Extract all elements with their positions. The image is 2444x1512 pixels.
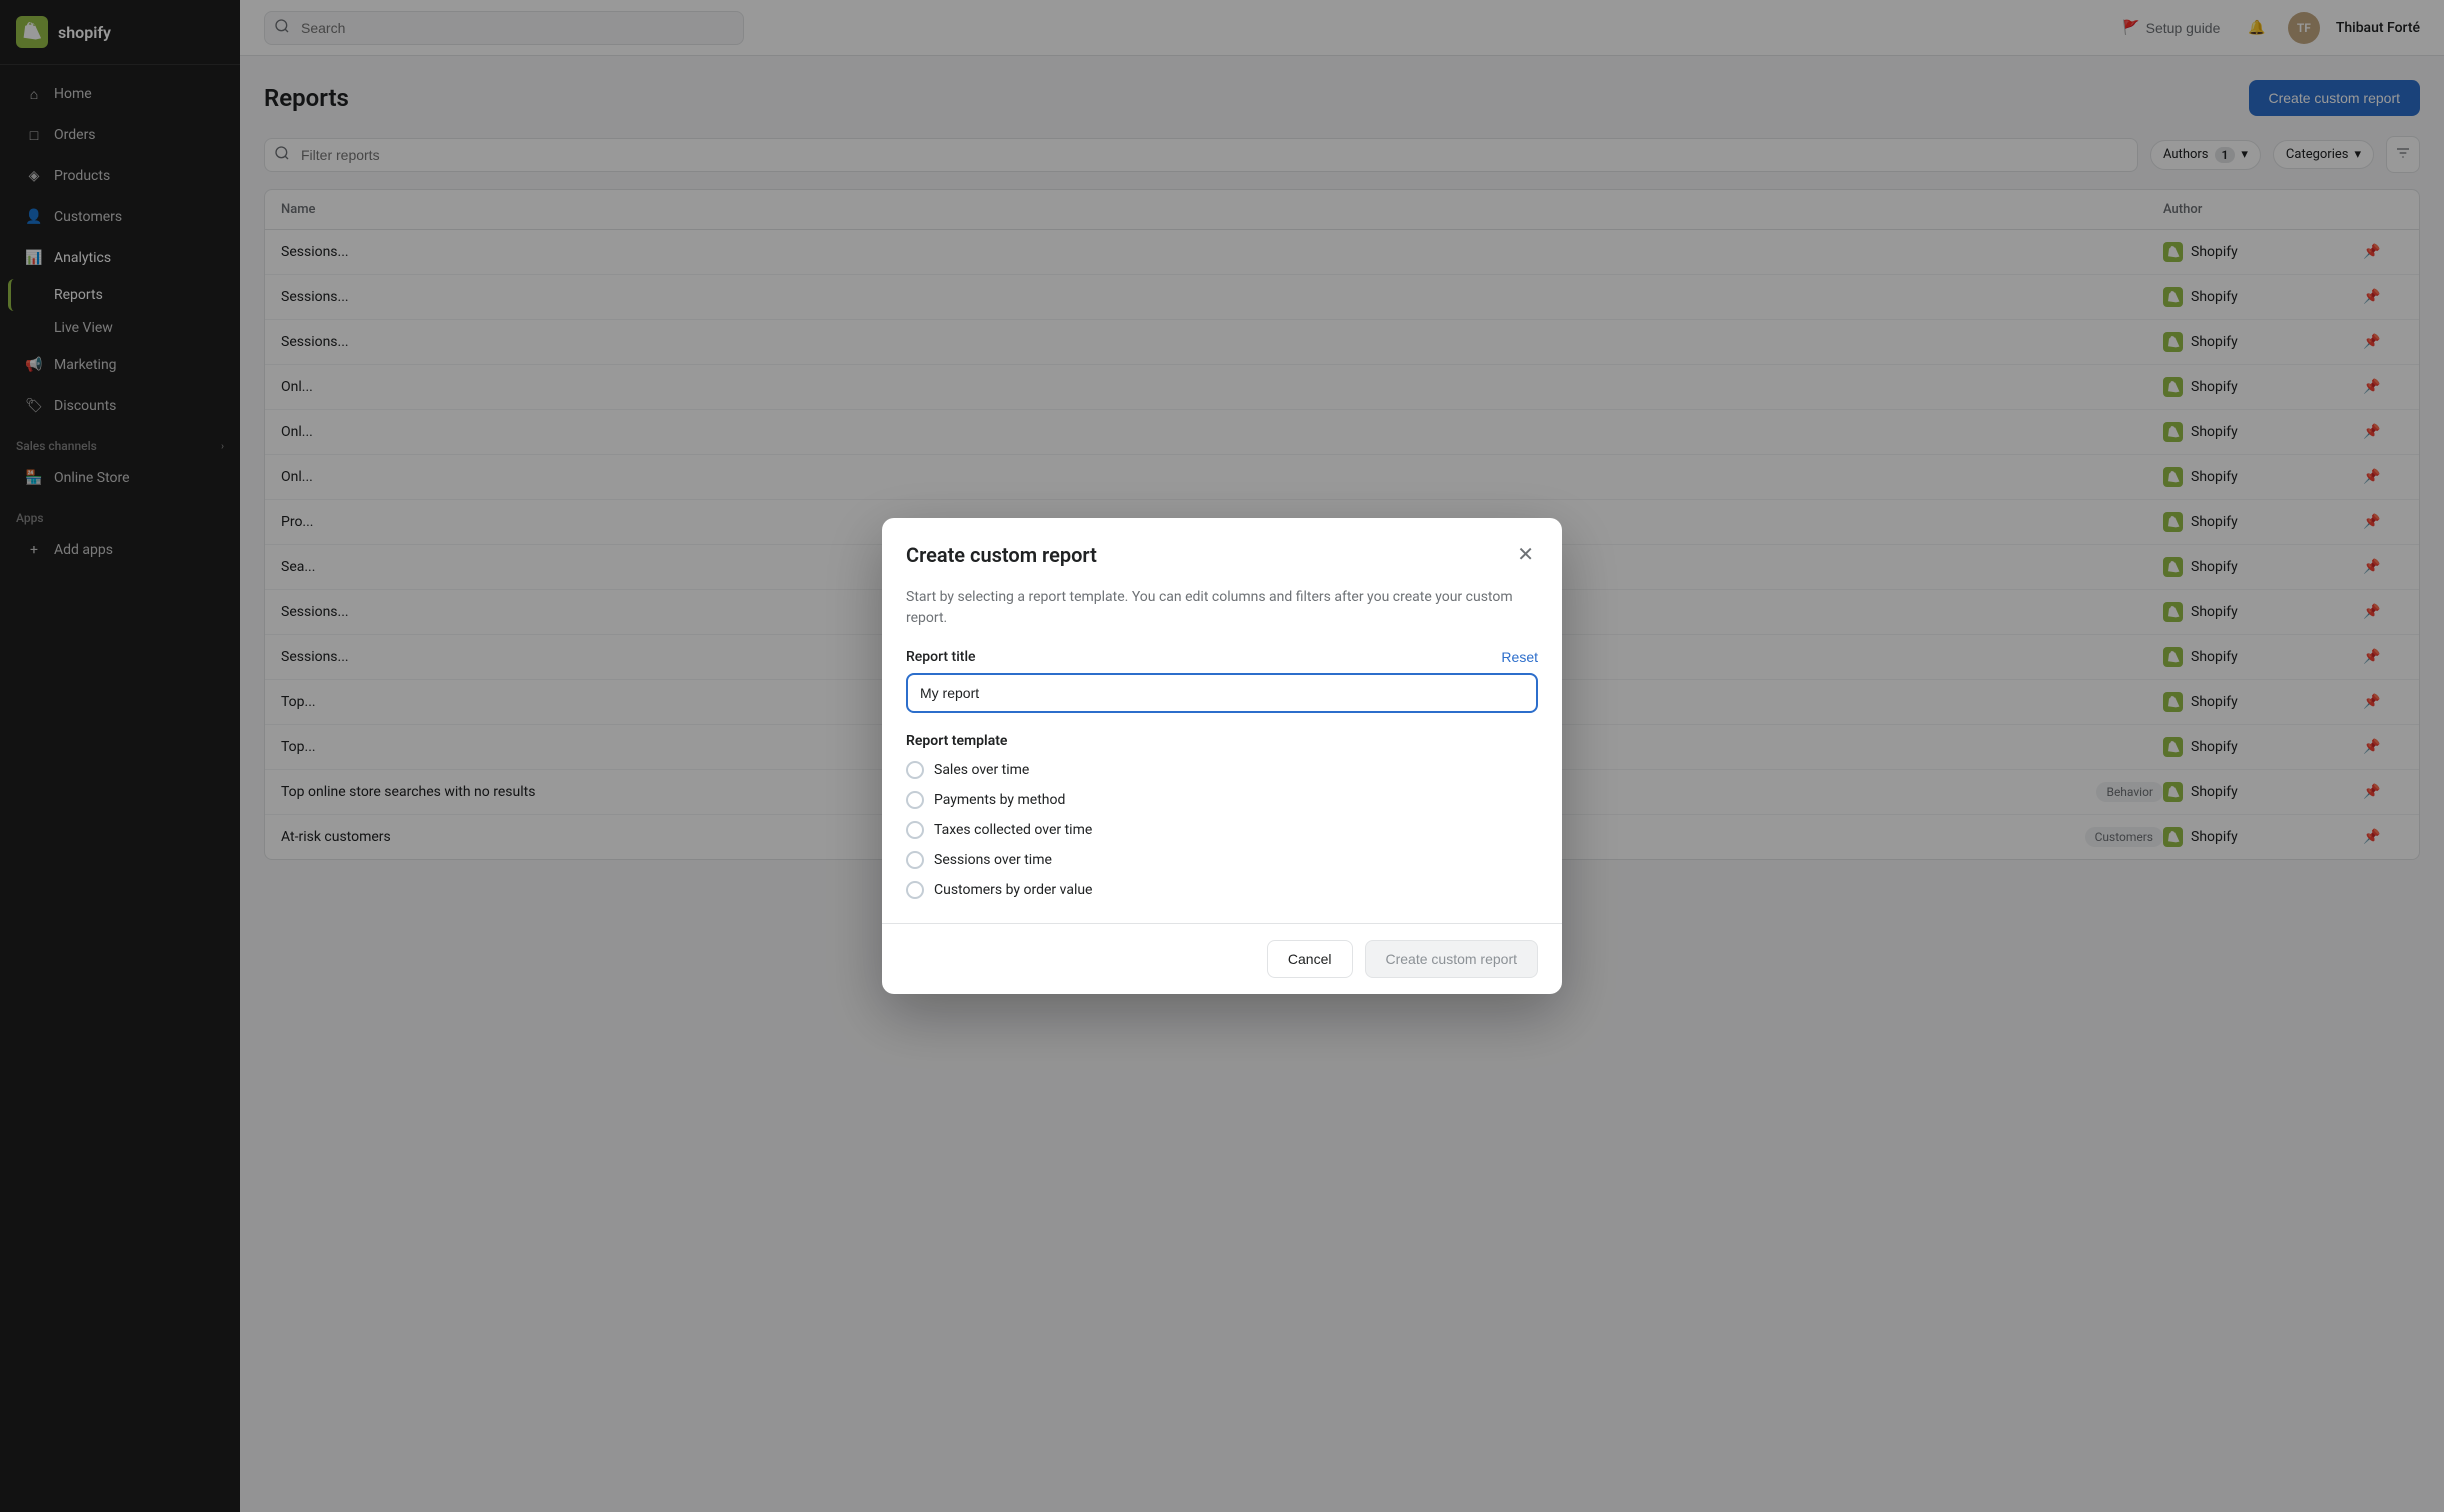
- create-custom-report-modal: Create custom report ✕ Start by selectin…: [882, 518, 1562, 994]
- modal-description: Start by selecting a report template. Yo…: [906, 587, 1538, 629]
- modal-overlay[interactable]: Create custom report ✕ Start by selectin…: [0, 0, 2444, 1512]
- close-icon: ✕: [1517, 542, 1534, 567]
- modal-header: Create custom report ✕: [882, 518, 1562, 587]
- create-custom-report-modal-button: Create custom report: [1365, 940, 1539, 978]
- template-customers-by-order-value-label: Customers by order value: [934, 882, 1092, 898]
- report-title-field-label: Report title Reset: [906, 649, 1538, 665]
- radio-circle-taxes-collected: [906, 821, 924, 839]
- template-payments-by-method[interactable]: Payments by method: [906, 791, 1538, 809]
- reset-button[interactable]: Reset: [1501, 649, 1538, 665]
- radio-circle-payments-by-method: [906, 791, 924, 809]
- template-payments-by-method-label: Payments by method: [934, 792, 1065, 808]
- template-sales-over-time[interactable]: Sales over time: [906, 761, 1538, 779]
- template-sales-over-time-label: Sales over time: [934, 762, 1029, 778]
- radio-circle-sessions-over-time: [906, 851, 924, 869]
- template-taxes-collected-label: Taxes collected over time: [934, 822, 1092, 838]
- report-template-radio-group: Sales over time Payments by method Taxes…: [906, 761, 1538, 899]
- modal-close-button[interactable]: ✕: [1513, 538, 1538, 571]
- modal-body: Start by selecting a report template. Yo…: [882, 587, 1562, 923]
- report-template-section-title: Report template: [906, 733, 1538, 749]
- radio-circle-sales-over-time: [906, 761, 924, 779]
- template-sessions-over-time[interactable]: Sessions over time: [906, 851, 1538, 869]
- cancel-button[interactable]: Cancel: [1267, 940, 1353, 978]
- modal-footer: Cancel Create custom report: [882, 923, 1562, 994]
- modal-title: Create custom report: [906, 543, 1097, 567]
- radio-circle-customers-by-order-value: [906, 881, 924, 899]
- template-customers-by-order-value[interactable]: Customers by order value: [906, 881, 1538, 899]
- template-sessions-over-time-label: Sessions over time: [934, 852, 1052, 868]
- template-taxes-collected[interactable]: Taxes collected over time: [906, 821, 1538, 839]
- report-title-input[interactable]: [906, 673, 1538, 713]
- report-title-label: Report title: [906, 649, 976, 665]
